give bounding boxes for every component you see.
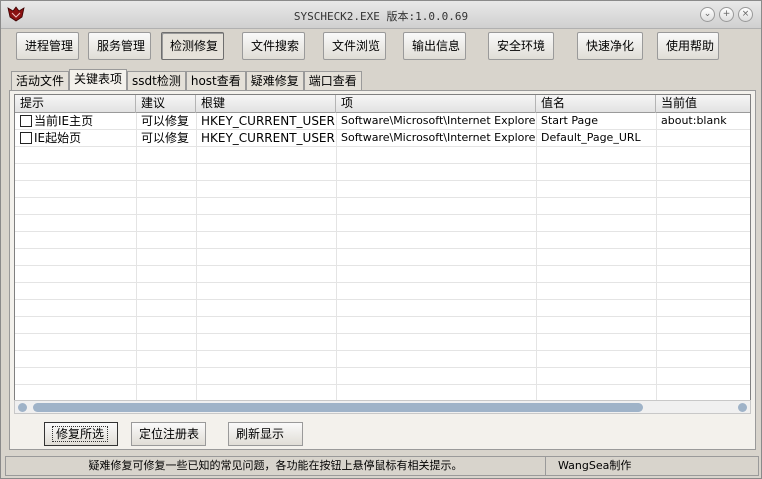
row-suggestion: 可以修复	[141, 131, 190, 145]
row-value-name: Default_Page_URL	[541, 131, 641, 144]
horizontal-scrollbar[interactable]	[14, 400, 751, 414]
empty-row	[15, 368, 750, 385]
tab-ssdt-check[interactable]: ssdt检测	[127, 71, 186, 91]
status-author: WangSea制作	[558, 459, 632, 472]
table-row[interactable]: 当前IE主页 可以修复 HKEY_CURRENT_USER Software\M…	[15, 113, 750, 130]
quick-clean-button[interactable]: 快速净化	[577, 32, 643, 60]
row-hint-text: IE起始页	[34, 131, 82, 145]
column-header-value-name[interactable]: 值名	[536, 95, 656, 113]
file-browse-button[interactable]: 文件浏览	[323, 32, 386, 60]
empty-row	[15, 334, 750, 351]
main-toolbar: 进程管理 服务管理 检测修复 文件搜索 文件浏览 输出信息 安全环境 快速净化 …	[1, 29, 761, 65]
row-key-path: Software\Microsoft\Internet Explorer\...	[341, 131, 536, 144]
title-bar: SYSCHECK2.EXE 版本:1.0.0.69 ⌄ + ×	[1, 1, 761, 29]
scroll-right-icon[interactable]	[738, 403, 747, 412]
tab-difficult-repair[interactable]: 疑难修复	[245, 71, 304, 91]
row-hint-cell: 当前IE主页	[15, 113, 136, 130]
minimize-icon[interactable]: ⌄	[700, 7, 715, 22]
empty-row	[15, 232, 750, 249]
detect-repair-button[interactable]: 检测修复	[161, 32, 224, 60]
security-env-button[interactable]: 安全环境	[488, 32, 554, 60]
row-checkbox[interactable]	[20, 132, 32, 144]
row-suggestion: 可以修复	[141, 114, 190, 128]
row-key-path: Software\Microsoft\Internet Explorer\...	[341, 114, 536, 127]
row-current-value: about:blank	[661, 114, 727, 127]
service-manager-button[interactable]: 服务管理	[88, 32, 151, 60]
tab-panel: 提示 建议 根键 项 值名 当前值 当前IE主页 可以修复 HKEY_CURRE…	[9, 90, 756, 450]
column-header-hint[interactable]: 提示	[15, 95, 136, 113]
empty-row	[15, 164, 750, 181]
process-manager-button[interactable]: 进程管理	[16, 32, 79, 60]
empty-row	[15, 147, 750, 164]
output-info-button[interactable]: 输出信息	[403, 32, 466, 60]
column-header-suggestion[interactable]: 建议	[136, 95, 196, 113]
list-rows: 当前IE主页 可以修复 HKEY_CURRENT_USER Software\M…	[15, 113, 750, 385]
tab-active-files[interactable]: 活动文件	[11, 71, 70, 91]
repair-selected-button[interactable]: 修复所选	[44, 422, 118, 446]
column-header-key-path[interactable]: 项	[336, 95, 536, 113]
file-search-button[interactable]: 文件搜索	[242, 32, 305, 60]
window-title: SYSCHECK2.EXE 版本:1.0.0.69	[293, 10, 469, 23]
row-value-name: Start Page	[541, 114, 598, 127]
empty-row	[15, 198, 750, 215]
empty-row	[15, 215, 750, 232]
status-message: 疑难修复可修复一些已知的常见问题，各功能在按钮上悬停鼠标有相关提示。	[6, 457, 546, 475]
locate-registry-button[interactable]: 定位注册表	[131, 422, 206, 446]
empty-row	[15, 283, 750, 300]
tab-host-view[interactable]: host查看	[185, 71, 246, 91]
tab-key-entries[interactable]: 关键表项	[69, 69, 128, 91]
repair-selected-label: 修复所选	[52, 426, 109, 442]
row-root-key: HKEY_CURRENT_USER	[201, 114, 335, 128]
empty-row	[15, 317, 750, 334]
empty-row	[15, 266, 750, 283]
row-root-key: HKEY_CURRENT_USER	[201, 131, 335, 145]
close-icon[interactable]: ×	[738, 7, 753, 22]
window-controls: ⌄ + ×	[700, 7, 753, 22]
row-current-value	[656, 130, 750, 147]
scroll-left-icon[interactable]	[18, 403, 27, 412]
row-hint-text: 当前IE主页	[34, 114, 94, 128]
help-button[interactable]: 使用帮助	[657, 32, 719, 60]
tab-port-view[interactable]: 端口查看	[303, 71, 362, 91]
column-header-root-key[interactable]: 根键	[196, 95, 336, 113]
column-header-current-value[interactable]: 当前值	[656, 95, 750, 113]
row-checkbox[interactable]	[20, 115, 32, 127]
empty-row	[15, 181, 750, 198]
table-row[interactable]: IE起始页 可以修复 HKEY_CURRENT_USER Software\Mi…	[15, 130, 750, 147]
empty-row	[15, 249, 750, 266]
empty-row	[15, 351, 750, 368]
maximize-icon[interactable]: +	[719, 7, 734, 22]
row-hint-cell: IE起始页	[15, 130, 136, 147]
scroll-thumb[interactable]	[33, 403, 643, 412]
empty-row	[15, 300, 750, 317]
refresh-display-button[interactable]: 刷新显示	[228, 422, 303, 446]
tab-strip: 活动文件 关键表项 ssdt检测 host查看 疑难修复 端口查看	[11, 69, 362, 91]
list-header: 提示 建议 根键 项 值名 当前值	[15, 95, 750, 113]
registry-list: 提示 建议 根键 项 值名 当前值 当前IE主页 可以修复 HKEY_CURRE…	[14, 94, 751, 404]
status-bar: 疑难修复可修复一些已知的常见问题，各功能在按钮上悬停鼠标有相关提示。 WangS…	[5, 456, 759, 476]
main-window: SYSCHECK2.EXE 版本:1.0.0.69 ⌄ + × 进程管理 服务管…	[0, 0, 762, 479]
